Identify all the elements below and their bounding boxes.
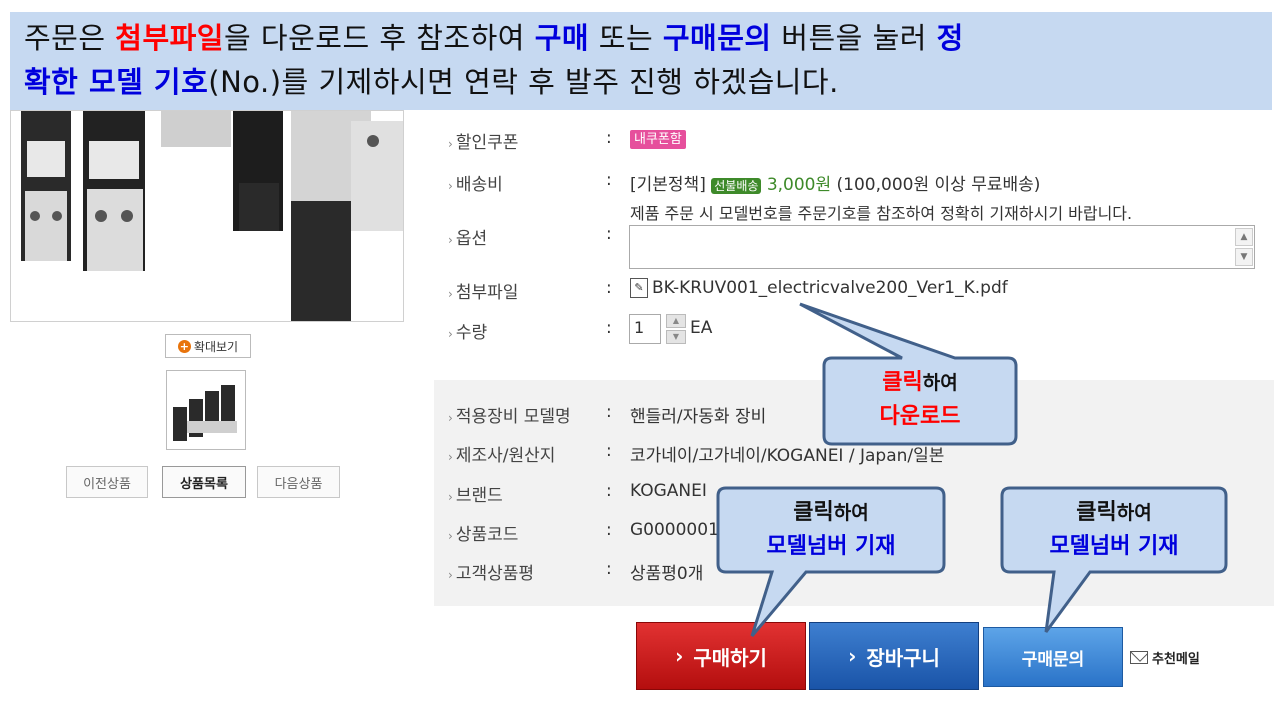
colon: : — [606, 402, 612, 422]
prev-product-button[interactable]: 이전상품 — [66, 466, 148, 498]
valve-illustration — [11, 111, 403, 321]
product-code-label: 상품코드 — [448, 520, 519, 545]
attachment-filename[interactable]: BK-KRUV001_electricvalve200_Ver1_K.pdf — [652, 278, 1008, 298]
banner-segment: 또는 — [589, 21, 663, 55]
shipping-price: 3,000원 — [766, 175, 832, 195]
quantity-label: 수량 — [448, 318, 487, 343]
product-main-image — [10, 110, 404, 322]
option-textarea[interactable]: ▲ ▼ — [629, 225, 1255, 269]
zoom-label: 확대보기 — [193, 339, 239, 354]
callout-rest-word: 하여 — [1116, 502, 1152, 524]
colon: : — [606, 481, 612, 501]
colon: : — [606, 278, 612, 298]
inquiry-label: 구매문의 — [1021, 649, 1085, 670]
buy-now-label: 구매하기 — [693, 645, 767, 670]
thumbnail-illustration — [167, 371, 245, 449]
callout-rest-word: 하여 — [833, 502, 869, 524]
scroll-up-icon[interactable]: ▲ — [1235, 228, 1253, 246]
attachment-link[interactable]: ✎ BK-KRUV001_electricvalve200_Ver1_K.pdf — [630, 278, 1008, 298]
shipping-policy: [기본정책] — [630, 175, 706, 195]
model-value: 핸들러/자동화 장비 — [630, 407, 767, 427]
banner-line-2: 확한 모델 기호(No.)를 기제하시면 연락 후 발주 진행 하겠습니다. — [24, 60, 1258, 104]
coupon-label: 할인쿠폰 — [448, 128, 519, 153]
banner-segment: 구매문의 — [662, 21, 772, 55]
banner-segment: 확한 모델 기호 — [24, 65, 209, 99]
colon: : — [606, 224, 612, 244]
download-callout-line2: 다운로드 — [879, 404, 961, 429]
callout-click-word: 클릭 — [882, 370, 923, 395]
download-callout-line1: 클릭하여 — [824, 366, 1016, 400]
callout-rest-word: 하여 — [922, 372, 958, 394]
buy-callout-line1: 클릭하여 — [718, 496, 944, 530]
colon: : — [606, 441, 612, 461]
shipping-note: (100,000원 이상 무료배송) — [836, 175, 1041, 195]
banner-segment: 을 다운로드 후 참조하여 — [224, 21, 535, 55]
callout-click-word: 클릭 — [793, 500, 834, 525]
option-notice: 제품 주문 시 모델번호를 주문기호를 참조하여 정확히 기재하시기 바랍니다. — [630, 204, 1133, 223]
my-coupon-button[interactable]: 내쿠폰함 — [630, 130, 686, 149]
colon: : — [606, 318, 612, 338]
recommend-mail-link[interactable]: 추천메일 — [1130, 648, 1200, 667]
maker-label: 제조사/원산지 — [448, 441, 556, 466]
quantity-down-icon[interactable]: ▼ — [666, 330, 686, 344]
banner-line-1: 주문은 첨부파일을 다운로드 후 참조하여 구매 또는 구매문의 버튼을 눌러 … — [24, 16, 1258, 60]
cart-arrow-icon: › — [848, 644, 857, 668]
inquiry-callout: 클릭하여 모델넘버 기재 — [1002, 496, 1226, 564]
purchase-inquiry-button[interactable]: 구매문의 — [983, 627, 1123, 687]
banner-segment: (No.)를 기제하시면 연락 후 발주 진행 하겠습니다. — [208, 65, 839, 99]
brand-value: KOGANEI — [630, 481, 707, 501]
zoom-button[interactable]: + 확대보기 — [165, 334, 251, 358]
quantity-unit: EA — [690, 318, 713, 338]
prepaid-shipping-badge: 선불배송 — [711, 178, 762, 194]
cart-button[interactable]: › 장바구니 — [809, 622, 979, 690]
model-label: 적용장비 모델명 — [448, 402, 571, 427]
quantity-up-icon[interactable]: ▲ — [666, 314, 686, 328]
buy-callout: 클릭하여 모델넘버 기재 — [718, 496, 944, 564]
recommend-mail-label: 추천메일 — [1152, 652, 1200, 667]
plus-icon: + — [177, 339, 191, 353]
buy-callout-line2: 모델넘버 기재 — [766, 534, 896, 559]
shipping-label: 배송비 — [448, 170, 503, 195]
colon: : — [606, 170, 612, 190]
inquiry-callout-line2: 모델넘버 기재 — [1049, 534, 1179, 559]
banner-segment: 정 — [936, 21, 964, 55]
scroll-down-icon[interactable]: ▼ — [1235, 248, 1253, 266]
review-label: 고객상품평 — [448, 559, 534, 584]
callout-click-word: 클릭 — [1076, 500, 1117, 525]
banner-segment: 구매 — [534, 21, 590, 55]
brand-label: 브랜드 — [448, 481, 503, 506]
review-value: 상품평0개 — [630, 564, 704, 584]
option-label: 옵션 — [448, 224, 487, 249]
download-callout: 클릭하여 다운로드 — [824, 366, 1016, 434]
product-list-button[interactable]: 상품목록 — [162, 466, 246, 498]
quantity-input[interactable]: 1 — [629, 314, 661, 344]
buy-arrow-icon: › — [675, 644, 684, 668]
coupon-value: 내쿠폰함 — [630, 128, 686, 149]
attachment-label: 첨부파일 — [448, 278, 519, 303]
product-thumbnail[interactable] — [166, 370, 246, 450]
buy-now-button[interactable]: › 구매하기 — [636, 622, 806, 690]
banner-segment: 첨부파일 — [115, 21, 224, 55]
shipping-value: [기본정책] 선불배송 3,000원 (100,000원 이상 무료배송) — [630, 170, 1040, 195]
instruction-banner: 주문은 첨부파일을 다운로드 후 참조하여 구매 또는 구매문의 버튼을 눌러 … — [10, 12, 1272, 110]
next-product-button[interactable]: 다음상품 — [257, 466, 340, 498]
inquiry-callout-line1: 클릭하여 — [1002, 496, 1226, 530]
colon: : — [606, 520, 612, 540]
colon: : — [606, 128, 612, 148]
maker-value: 코가네이/고가네이/KOGANEI / Japan/일본 — [630, 446, 945, 466]
product-code-value: G00000018 — [630, 520, 730, 540]
cart-label: 장바구니 — [866, 645, 940, 670]
pdf-file-icon: ✎ — [630, 278, 648, 298]
colon: : — [606, 559, 612, 579]
mail-icon — [1130, 651, 1148, 664]
banner-segment: 버튼을 눌러 — [771, 21, 937, 55]
banner-segment: 주문은 — [24, 21, 116, 55]
